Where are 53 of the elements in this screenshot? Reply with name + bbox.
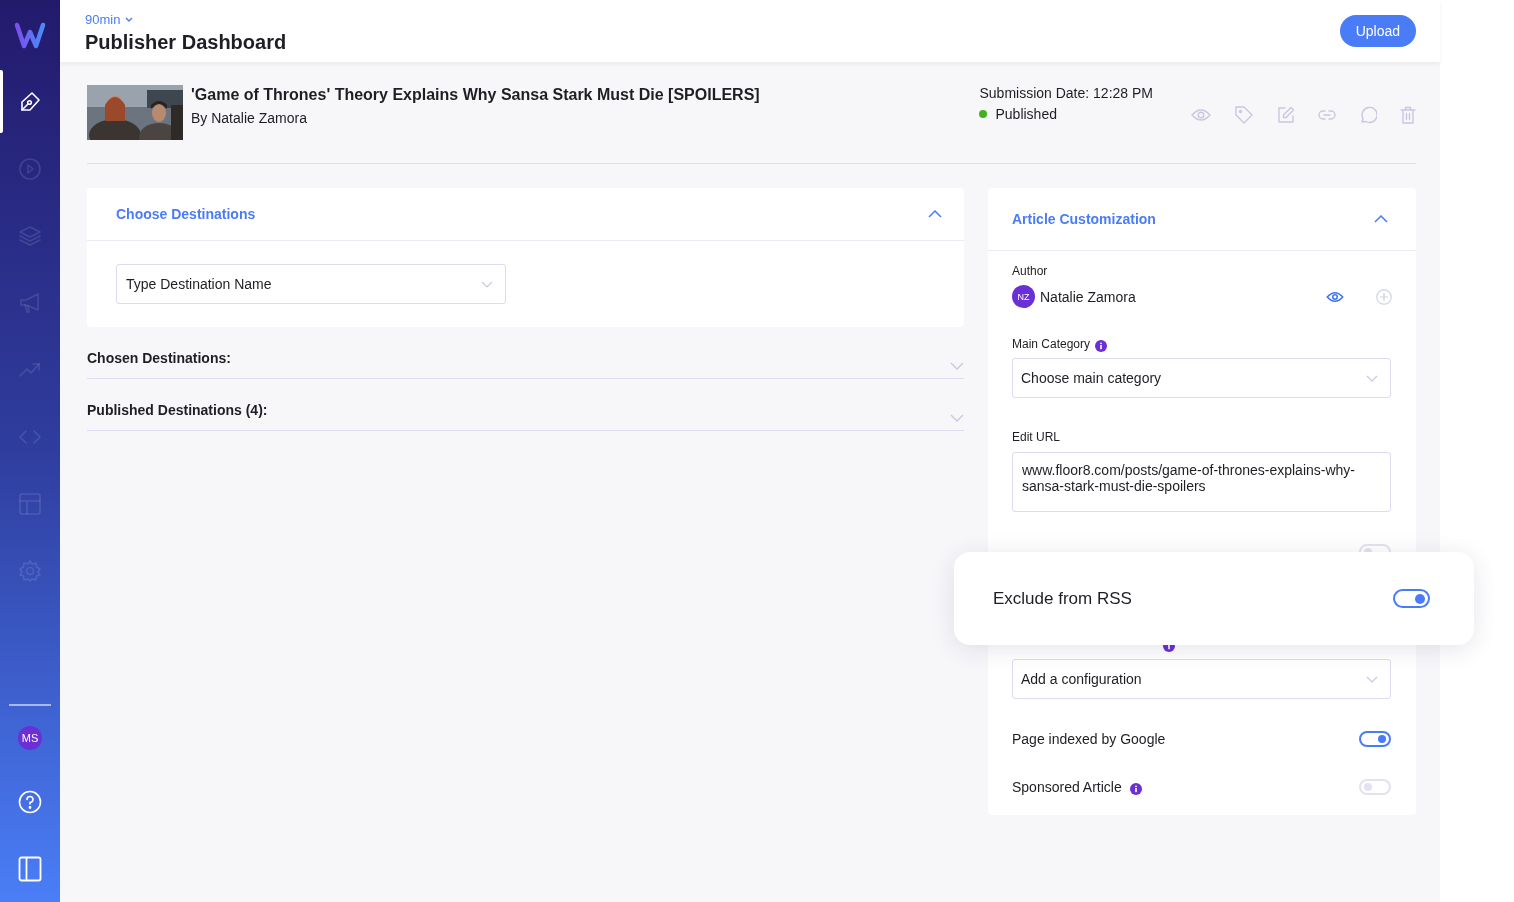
logo-icon [14, 22, 46, 50]
edit-icon[interactable] [1277, 106, 1295, 124]
info-icon[interactable] [1129, 783, 1142, 795]
field-label: Edit URL [1012, 430, 1062, 444]
layers-icon [18, 223, 42, 248]
article-title[interactable]: 'Game of Thrones' Theory Explains Why Sansa Stark Must Die [SPOILERS] [191, 86, 980, 104]
chevron-down-icon [1366, 374, 1378, 382]
trash-icon[interactable] [1400, 106, 1416, 124]
help-icon[interactable] [18, 790, 42, 814]
megaphone-icon [18, 290, 42, 315]
destination-select[interactable]: Type Destination Name [116, 264, 506, 304]
eye-icon[interactable] [1326, 290, 1344, 303]
info-icon[interactable] [1095, 340, 1108, 352]
page-title: Publisher Dashboard [85, 31, 287, 54]
toggle-switch[interactable] [1359, 731, 1391, 747]
settings-icon [18, 558, 42, 583]
author-name: Natalie Zamora [1040, 288, 1137, 305]
section-title: Published Destinations (4): [87, 402, 268, 418]
collapse-toggle-icon[interactable] [928, 210, 942, 218]
tag-icon[interactable] [1234, 105, 1254, 125]
category-select[interactable]: Choose main category [1012, 358, 1391, 398]
card-title: Article Customization [1012, 211, 1156, 227]
chevron-down-icon [1366, 675, 1378, 683]
url-field[interactable]: www.floor8.com/posts/game-of-thrones-explains-why-sansa-stark-must-die-spoilers [1012, 452, 1391, 512]
add-icon[interactable] [1376, 288, 1392, 305]
status-label: Published [995, 106, 1057, 122]
publisher-dropdown[interactable]: 90min [85, 12, 134, 27]
pen-nib-icon [18, 89, 42, 114]
collapsible-section[interactable]: Published Destinations (4): [87, 379, 964, 431]
field-label: Author [1012, 264, 1049, 278]
caret-icon [125, 16, 134, 23]
section-title: Chosen Destinations: [87, 350, 231, 366]
card-title: Choose Destinations [116, 206, 256, 222]
chevron-down-icon [481, 280, 493, 288]
toggle-switch[interactable] [1393, 589, 1430, 608]
status-dot [979, 110, 988, 118]
play-icon [18, 156, 42, 181]
article-byline: By Natalie Zamora [191, 110, 308, 126]
comment-icon[interactable] [1359, 106, 1377, 124]
collapsible-section[interactable]: Chosen Destinations: [87, 327, 964, 379]
user-avatar[interactable]: MS [18, 726, 42, 750]
layout-icon [18, 491, 42, 516]
link-icon[interactable] [1318, 110, 1336, 120]
toggle-label: Exclude from RSS [993, 588, 1132, 609]
configuration-select[interactable]: Add a configuration [1012, 659, 1391, 699]
sidebar-panel-icon[interactable] [18, 856, 42, 882]
submission-date: Submission Date: 12:28 PM [979, 85, 1153, 101]
toggle-label: Sponsored Article [1012, 779, 1122, 795]
author-avatar: NZ [1012, 285, 1035, 308]
upload-button[interactable]: Upload [1339, 15, 1416, 47]
field-label: Main Category [1012, 337, 1091, 351]
toggle-label: Page indexed by Google [1012, 731, 1166, 747]
collapse-toggle-icon[interactable] [1374, 215, 1388, 223]
